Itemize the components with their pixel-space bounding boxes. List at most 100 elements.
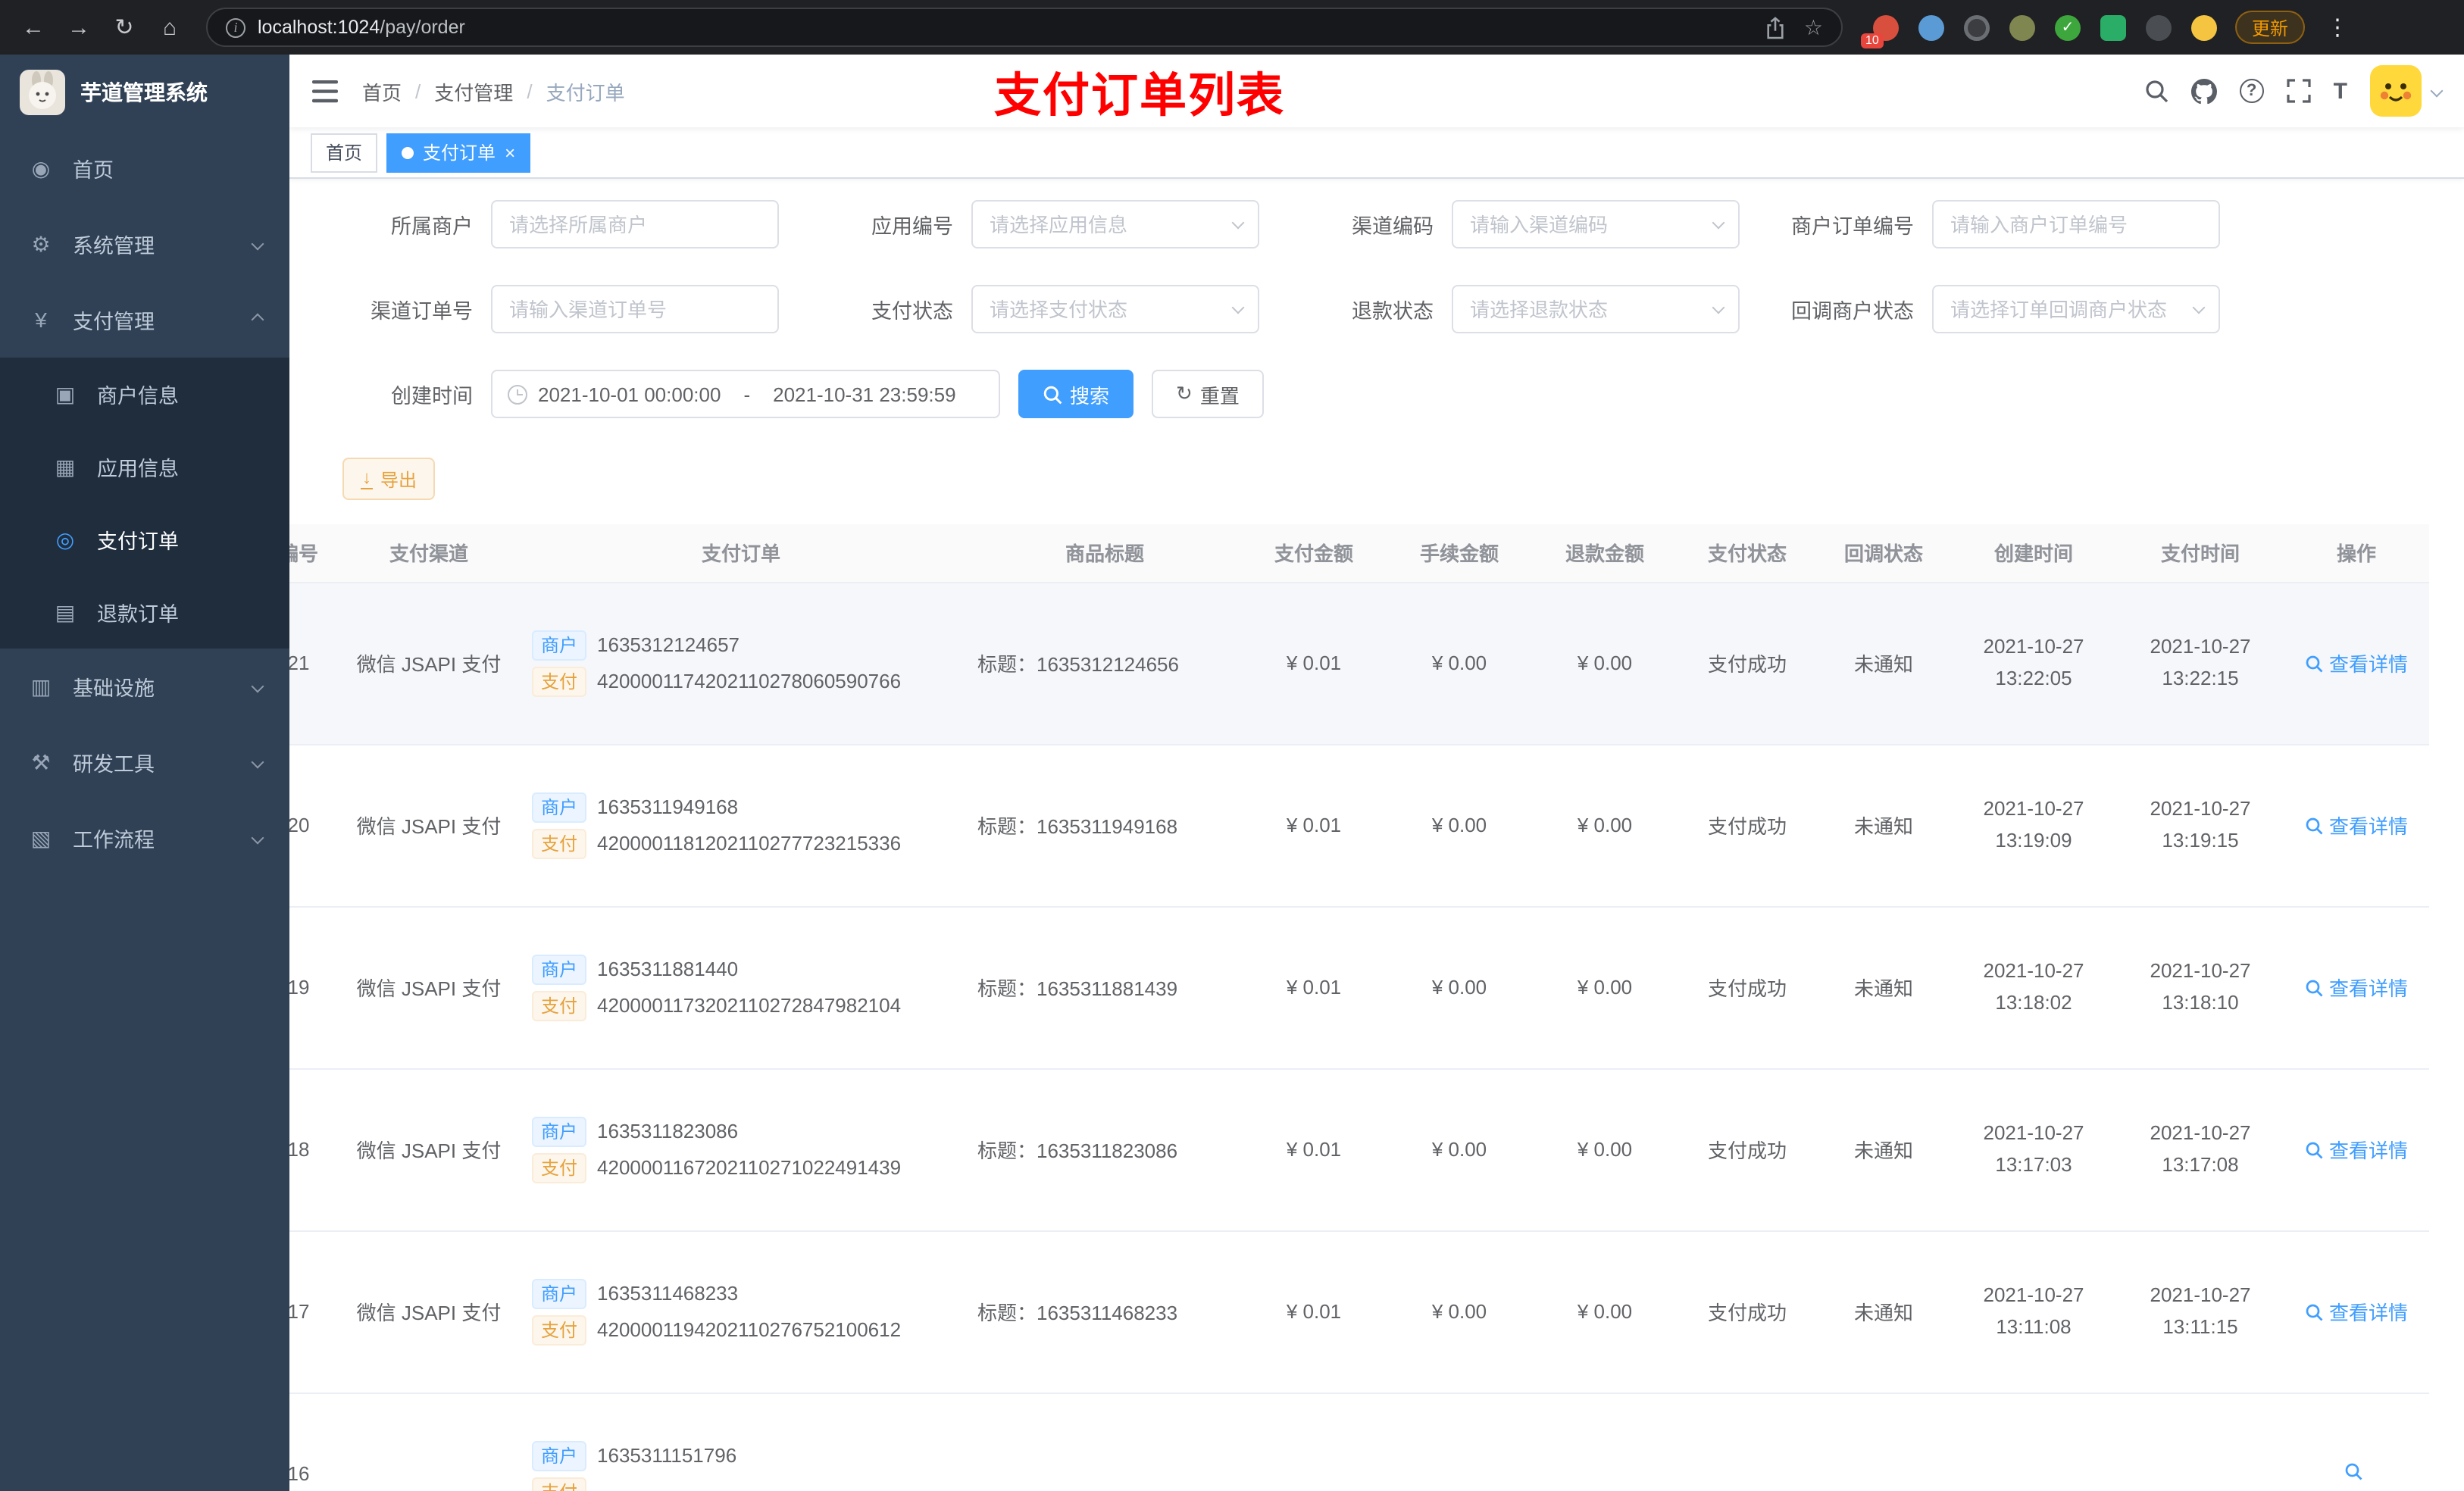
extension-icon[interactable] bbox=[1918, 14, 1944, 40]
sidebar-item-label: 工作流程 bbox=[73, 829, 155, 852]
filter-app-no: 应用编号 bbox=[800, 200, 1280, 248]
cell-amount: ¥ 0.01 bbox=[1241, 582, 1387, 745]
sidebar-item-payment[interactable]: ¥ 支付管理 bbox=[0, 282, 289, 358]
view-detail-link[interactable] bbox=[2344, 1462, 2369, 1480]
url-text: localhost:1024/pay/order bbox=[258, 17, 465, 38]
cell-created-time: 2021-10-27 13:11:08 bbox=[1950, 1230, 2117, 1393]
merchant-order-no: 1635311468233 bbox=[597, 1282, 739, 1305]
merchant-input[interactable] bbox=[491, 200, 779, 248]
cell-paid-time: 2021-10-27 13:17:08 bbox=[2117, 1068, 2284, 1231]
filter-channel-order-no: 渠道订单号 bbox=[320, 285, 800, 333]
sidebar-item-app-info[interactable]: ▦ 应用信息 bbox=[0, 430, 289, 503]
table-header-row: 编号 支付渠道 支付订单 商品标题 支付金额 手续金额 bbox=[289, 524, 2429, 583]
extension-icon[interactable] bbox=[1964, 14, 1990, 40]
cell-pay-status bbox=[1678, 1393, 1817, 1491]
field-label: 退款状态 bbox=[1352, 300, 1434, 323]
user-avatar[interactable] bbox=[2370, 65, 2444, 117]
extension-icon[interactable] bbox=[2191, 14, 2217, 40]
cell-paid-time: 2021-10-27 13:22:15 bbox=[2117, 582, 2284, 745]
sidebar-item-devtools[interactable]: ⚒ 研发工具 bbox=[0, 724, 289, 800]
date-start-value: 2021-10-01 00:00:00 bbox=[538, 383, 721, 405]
date-range-input[interactable]: 2021-10-01 00:00:00 - 2021-10-31 23:59:5… bbox=[491, 370, 1000, 418]
refund-status-select[interactable] bbox=[1452, 285, 1740, 333]
cell-id: 16 bbox=[289, 1393, 344, 1491]
sidebar-item-system[interactable]: ⚙ 系统管理 bbox=[0, 206, 289, 282]
download-icon: ↓ bbox=[361, 467, 373, 489]
browser-reload-button[interactable]: ↻ bbox=[103, 6, 145, 48]
browser-menu-icon[interactable]: ⋮ bbox=[2317, 14, 2358, 41]
view-detail-link[interactable]: 查看详情 bbox=[2305, 1135, 2408, 1164]
breadcrumb-home[interactable]: 首页 bbox=[362, 77, 402, 105]
filter-merchant: 所属商户 bbox=[320, 200, 800, 248]
channel-code-select[interactable] bbox=[1452, 200, 1740, 248]
pay-order-no: 4200001194202110276752100612 bbox=[597, 1318, 902, 1341]
bookmark-star-icon[interactable]: ☆ bbox=[1804, 14, 1823, 40]
reset-button[interactable]: ↻ 重置 bbox=[1152, 370, 1264, 418]
cell-notify-status: 未通知 bbox=[1817, 744, 1950, 907]
table-column-header: 支付订单 bbox=[514, 524, 968, 583]
github-icon[interactable] bbox=[2190, 78, 2217, 104]
sidebar-item-merchant-info[interactable]: ▣ 商户信息 bbox=[0, 358, 289, 430]
sidebar-item-refund-order[interactable]: ▤ 退款订单 bbox=[0, 576, 289, 649]
field-label: 所属商户 bbox=[391, 215, 473, 238]
extension-icon[interactable] bbox=[2146, 14, 2172, 40]
sidebar-item-infrastructure[interactable]: ▥ 基础设施 bbox=[0, 649, 289, 724]
pay-status-select[interactable] bbox=[971, 285, 1259, 333]
extension-icon[interactable] bbox=[2009, 14, 2035, 40]
sidebar-item-workflow[interactable]: ▧ 工作流程 bbox=[0, 800, 289, 876]
tab-home[interactable]: 首页 bbox=[311, 133, 378, 172]
font-size-icon[interactable]: T bbox=[2334, 78, 2347, 104]
close-tab-icon[interactable]: × bbox=[505, 143, 515, 161]
search-button[interactable]: 搜索 bbox=[1018, 370, 1134, 418]
cell-notify-status bbox=[1817, 1393, 1950, 1491]
cell-fee: ¥ 0.00 bbox=[1387, 906, 1532, 1069]
view-detail-link[interactable]: 查看详情 bbox=[2305, 811, 2408, 839]
cell-refund: ¥ 0.00 bbox=[1532, 582, 1678, 745]
sidebar-item-pay-order[interactable]: ◎ 支付订单 bbox=[0, 503, 289, 576]
refresh-icon: ↻ bbox=[1176, 382, 1193, 405]
field-label: 商户订单编号 bbox=[1791, 215, 1914, 238]
table-row: 19 微信 JSAPI 支付 商户 1635311881440 支付 42000… bbox=[289, 906, 2429, 1069]
browser-back-button[interactable]: ← bbox=[12, 6, 55, 48]
view-detail-link[interactable]: 查看详情 bbox=[2305, 1297, 2408, 1326]
channel-order-no-input[interactable] bbox=[491, 285, 779, 333]
field-label: 渠道订单号 bbox=[371, 300, 473, 323]
cell-pay-order: 商户 1635311468233 支付 42000011942021102767… bbox=[514, 1230, 968, 1393]
sidebar-item-home[interactable]: ◉ 首页 bbox=[0, 130, 289, 206]
export-button[interactable]: ↓ 导出 bbox=[342, 458, 436, 500]
target-icon: ◎ bbox=[55, 527, 75, 551]
view-detail-link[interactable]: 查看详情 bbox=[2305, 649, 2408, 677]
search-icon[interactable] bbox=[2144, 79, 2169, 103]
cell-created-time: 2021-10-27 13:22:05 bbox=[1950, 582, 2117, 745]
pay-order-no: 4200001173202110272847982104 bbox=[597, 994, 902, 1017]
fullscreen-icon[interactable] bbox=[2287, 79, 2311, 103]
sidebar-item-label: 基础设施 bbox=[73, 677, 155, 700]
extension-icon[interactable]: ✓ bbox=[2055, 14, 2081, 40]
extension-icon[interactable] bbox=[2100, 14, 2126, 40]
yen-icon: ¥ bbox=[35, 308, 47, 332]
help-icon[interactable]: ? bbox=[2239, 79, 2264, 103]
cell-channel: 微信 JSAPI 支付 bbox=[344, 1230, 514, 1393]
browser-home-button[interactable]: ⌂ bbox=[149, 6, 191, 48]
extension-icon[interactable]: 10 bbox=[1861, 14, 1899, 48]
table-column-header: 支付金额 bbox=[1241, 524, 1387, 583]
browser-update-button[interactable]: 更新 bbox=[2235, 11, 2306, 44]
breadcrumb-payment[interactable]: 支付管理 bbox=[434, 77, 513, 105]
share-icon[interactable] bbox=[1766, 16, 1786, 39]
hamburger-icon[interactable] bbox=[312, 80, 338, 102]
chevron-down-icon bbox=[251, 831, 264, 845]
pay-tag: 支付 bbox=[532, 828, 587, 858]
merchant-order-no: 1635311823086 bbox=[597, 1120, 739, 1142]
app-no-select[interactable] bbox=[971, 200, 1259, 248]
cell-pay-status: 支付成功 bbox=[1678, 906, 1817, 1069]
info-icon[interactable]: i bbox=[226, 17, 245, 37]
cell-channel: 微信 JSAPI 支付 bbox=[344, 906, 514, 1069]
browser-forward-button[interactable]: → bbox=[58, 6, 100, 48]
merchant-order-no-input[interactable] bbox=[1932, 200, 2220, 248]
view-detail-link[interactable]: 查看详情 bbox=[2305, 973, 2408, 1002]
address-bar[interactable]: i localhost:1024/pay/order ☆ bbox=[206, 8, 1843, 47]
chevron-down-icon bbox=[251, 755, 264, 769]
notify-status-select[interactable] bbox=[1932, 285, 2220, 333]
cell-pay-order: 商户 1635311881440 支付 42000011732021102728… bbox=[514, 906, 968, 1069]
tab-pay-order[interactable]: 支付订单 × bbox=[386, 133, 531, 172]
